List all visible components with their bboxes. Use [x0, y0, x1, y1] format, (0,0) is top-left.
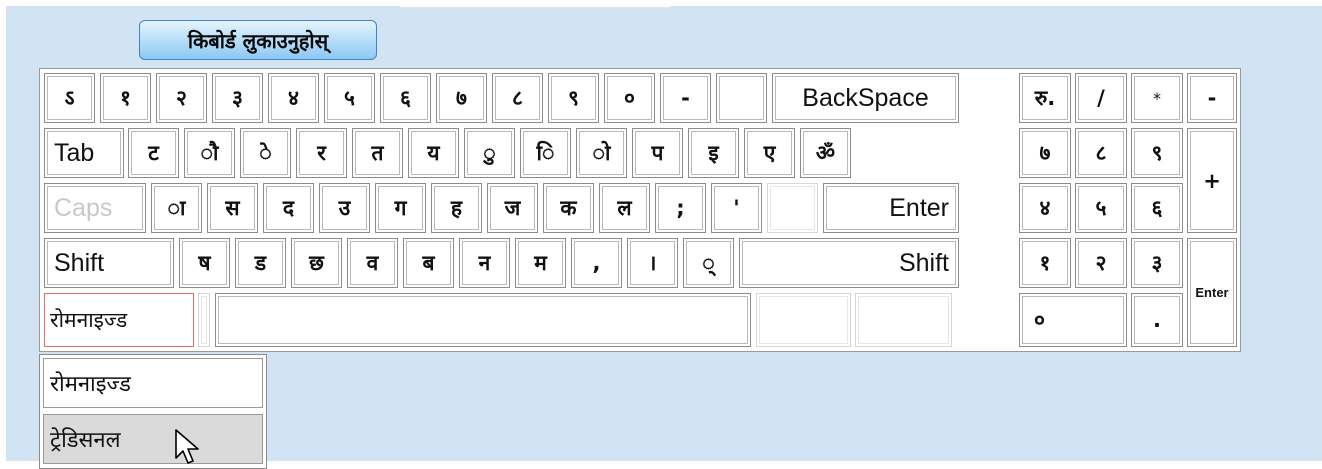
numpad-9[interactable]: ९	[1131, 128, 1183, 178]
numpad-rupee[interactable]: रु.	[1019, 73, 1071, 123]
numpad-1[interactable]: १	[1019, 238, 1071, 288]
key-0[interactable]: ०	[604, 73, 655, 123]
key-7[interactable]: ७	[436, 73, 487, 123]
numpad-2[interactable]: २	[1075, 238, 1127, 288]
key-minus[interactable]: -	[660, 73, 711, 123]
key-ta[interactable]: ट	[128, 128, 179, 178]
layout-select[interactable]: रोमनाइज्ड	[44, 293, 194, 347]
numpad-enter[interactable]: Enter	[1187, 238, 1237, 347]
virtual-keyboard: ऽ १ २ ३ ४ ५ ६ ७ ८ ९ ० - BackSpace Tab ट …	[39, 68, 1241, 352]
hide-keyboard-button[interactable]: किबोर्ड लुकाउनुहोस्	[139, 20, 377, 60]
numpad-4[interactable]: ४	[1019, 183, 1071, 233]
key-9[interactable]: ९	[548, 73, 599, 123]
key-blank-narrow[interactable]	[198, 293, 210, 347]
key-virama[interactable]: ्	[683, 238, 734, 288]
key-apostrophe[interactable]: '	[711, 183, 762, 233]
key-na[interactable]: न	[459, 238, 510, 288]
key-i-sign[interactable]: ि	[520, 128, 571, 178]
key-dda[interactable]: ड	[235, 238, 286, 288]
key-empty-row3[interactable]	[767, 183, 818, 233]
key-au-sign[interactable]: ौ	[184, 128, 235, 178]
key-ha[interactable]: ह	[431, 183, 482, 233]
key-empty[interactable]	[716, 73, 767, 123]
key-aa-sign[interactable]: ा	[151, 183, 202, 233]
key-ka[interactable]: क	[543, 183, 594, 233]
key-pa[interactable]: प	[632, 128, 683, 178]
key-la[interactable]: ल	[599, 183, 650, 233]
numpad-divide[interactable]: /	[1075, 73, 1127, 123]
key-e-sign[interactable]: े	[240, 128, 291, 178]
numpad-minus[interactable]: -	[1187, 73, 1237, 123]
key-shift-left[interactable]: Shift	[44, 238, 174, 288]
key-cha[interactable]: छ	[291, 238, 342, 288]
key-ja[interactable]: ज	[487, 183, 538, 233]
key-ssa[interactable]: ष	[179, 238, 230, 288]
key-caps[interactable]: Caps	[44, 183, 146, 233]
key-space[interactable]	[215, 293, 751, 347]
key-3[interactable]: ३	[212, 73, 263, 123]
key-u[interactable]: उ	[319, 183, 370, 233]
numpad-plus[interactable]: +	[1187, 128, 1237, 233]
numpad-8[interactable]: ८	[1075, 128, 1127, 178]
key-sa[interactable]: स	[207, 183, 258, 233]
key-semicolon[interactable]: ;	[655, 183, 706, 233]
numpad-decimal[interactable]: .	[1131, 293, 1183, 347]
key-backspace[interactable]: BackSpace	[772, 73, 959, 123]
key-ta-dental[interactable]: त	[352, 128, 403, 178]
key-ga[interactable]: ग	[375, 183, 426, 233]
key-e[interactable]: ए	[744, 128, 795, 178]
key-ra[interactable]: र	[296, 128, 347, 178]
key-4[interactable]: ४	[268, 73, 319, 123]
key-danda[interactable]: ।	[627, 238, 678, 288]
key-8[interactable]: ८	[492, 73, 543, 123]
numpad-multiply[interactable]: *	[1131, 73, 1183, 123]
key-enter[interactable]: Enter	[823, 183, 959, 233]
numpad-3[interactable]: ३	[1131, 238, 1183, 288]
mouse-pointer-icon	[175, 429, 199, 464]
key-da[interactable]: द	[263, 183, 314, 233]
key-ya[interactable]: य	[408, 128, 459, 178]
key-i[interactable]: इ	[688, 128, 739, 178]
layout-dropdown: रोमनाइज्ड ट्रेडिसनल	[39, 354, 267, 469]
key-ma[interactable]: म	[515, 238, 566, 288]
key-blank-1[interactable]	[756, 293, 851, 347]
key-2[interactable]: २	[156, 73, 207, 123]
key-u-sign[interactable]: ु	[464, 128, 515, 178]
key-avagraha[interactable]: ऽ	[44, 73, 95, 123]
numpad-5[interactable]: ५	[1075, 183, 1127, 233]
layout-option-traditional[interactable]: ट्रेडिसनल	[43, 414, 263, 464]
numpad-0[interactable]: ०	[1019, 293, 1127, 347]
numpad-7[interactable]: ७	[1019, 128, 1071, 178]
key-ba[interactable]: ब	[403, 238, 454, 288]
numpad-6[interactable]: ६	[1131, 183, 1183, 233]
key-comma[interactable]: ,	[571, 238, 622, 288]
top-strip	[400, 0, 670, 8]
key-5[interactable]: ५	[324, 73, 375, 123]
key-6[interactable]: ६	[380, 73, 431, 123]
key-o-sign[interactable]: ो	[576, 128, 627, 178]
key-va[interactable]: व	[347, 238, 398, 288]
key-tab[interactable]: Tab	[44, 128, 124, 178]
key-1[interactable]: १	[100, 73, 151, 123]
key-blank-2[interactable]	[855, 293, 952, 347]
layout-option-romanized[interactable]: रोमनाइज्ड	[43, 358, 263, 408]
key-om[interactable]: ॐ	[800, 128, 851, 178]
key-shift-right[interactable]: Shift	[739, 238, 959, 288]
